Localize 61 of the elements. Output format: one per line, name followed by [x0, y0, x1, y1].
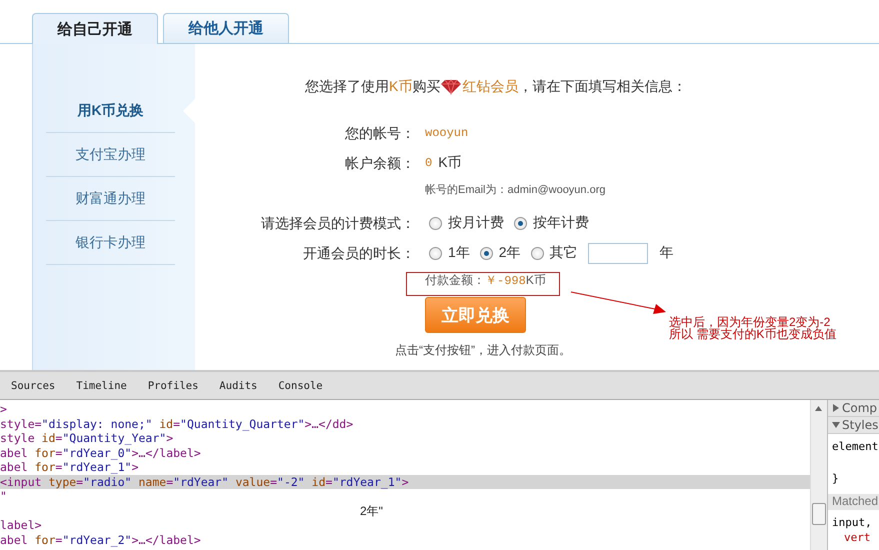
currency-unit: K币	[526, 272, 546, 288]
radio-button[interactable]	[429, 246, 442, 260]
devtools-tab[interactable]: Audits	[219, 380, 258, 392]
option-label: 2年	[498, 244, 521, 262]
devtools-tab[interactable]: Console	[278, 380, 323, 392]
option-label: 其它	[550, 244, 578, 262]
intro-text: ，请在下面填写相关信息：	[518, 78, 686, 96]
option-label: 按年计费	[533, 214, 589, 232]
pane-section[interactable]: Styles	[828, 417, 879, 434]
annotation-text: 选中后，因为年份变量2变为-2	[669, 316, 830, 328]
years-input[interactable]	[588, 242, 648, 264]
sidebar-item[interactable]: 用K币兑换	[46, 89, 175, 133]
sidebar-item[interactable]: 财富通办理	[46, 177, 175, 221]
code-line[interactable]: 2年"	[0, 504, 383, 518]
tab[interactable]: 给自己开通	[32, 13, 158, 44]
annotation-text: 所以 需要支付的K币也变成负值	[669, 328, 836, 340]
code-line[interactable]: abel for="rdYear_2">…</label>	[0, 532, 201, 547]
code-line[interactable]: label>	[0, 518, 42, 532]
hint-text: 点击“支付按钮”，进入付款页面。	[395, 342, 572, 359]
option-label: 1年	[448, 244, 470, 262]
tab[interactable]: 给他人开通	[163, 13, 289, 43]
scrollbar-thumb[interactable]	[812, 503, 826, 525]
diamond-icon	[440, 79, 462, 95]
intro-text: 购买	[412, 78, 440, 96]
code-line[interactable]: style="display: none;" id="Quantity_Quarter">…</dd>	[0, 416, 354, 431]
devtools-tab[interactable]: Profiles	[148, 380, 198, 392]
sidebar-item[interactable]: 银行卡办理	[46, 221, 175, 265]
sidebar-item[interactable]: 支付宝办理	[46, 133, 175, 177]
field-label: 请选择会员的计费模式：	[260, 214, 415, 233]
email-note: 帐号的Email为：admin@wooyun.org	[425, 182, 606, 196]
code-line[interactable]: style id="Quantity_Year">	[0, 431, 174, 446]
style-property: vert	[843, 530, 872, 545]
option-label: 按月计费	[448, 214, 504, 232]
field-label: 您的帐号：	[344, 124, 415, 143]
radio-button[interactable]	[480, 246, 493, 260]
style-rule: input,	[831, 515, 873, 530]
radio-button[interactable]	[429, 216, 442, 230]
field-label: 帐户余额：	[344, 154, 415, 173]
code-line[interactable]: "	[0, 489, 7, 504]
currency-unit: K币	[438, 154, 462, 172]
devtools-tab[interactable]: Sources	[11, 380, 56, 392]
field-label: 开通会员的时长：	[302, 244, 415, 263]
code-line[interactable]: >	[0, 402, 7, 416]
payment-label: 付款金额：	[425, 272, 485, 288]
code-line[interactable]: abel for="rdYear_0">…</label>	[0, 446, 201, 460]
balance-value: 0	[425, 156, 432, 170]
radio-button[interactable]	[530, 246, 544, 260]
pane-section[interactable]: Comp	[828, 400, 879, 417]
code-line[interactable]: abel for="rdYear_1">	[0, 460, 139, 474]
unit-label: 年	[660, 244, 674, 262]
pane-header: Matched	[828, 494, 879, 510]
currency-text: K币	[389, 78, 412, 96]
style-rule: }	[831, 471, 840, 486]
devtools-tab[interactable]: Timeline	[76, 380, 127, 392]
payment-amount: ￥-998	[485, 272, 526, 288]
product-name: 红钻会员	[462, 78, 518, 96]
account-value: wooyun	[425, 126, 468, 140]
radio-button[interactable]	[514, 216, 527, 230]
scroll-up-icon[interactable]	[815, 406, 822, 411]
style-rule: element	[831, 439, 879, 454]
intro-text: 您选择了使用	[305, 78, 389, 96]
